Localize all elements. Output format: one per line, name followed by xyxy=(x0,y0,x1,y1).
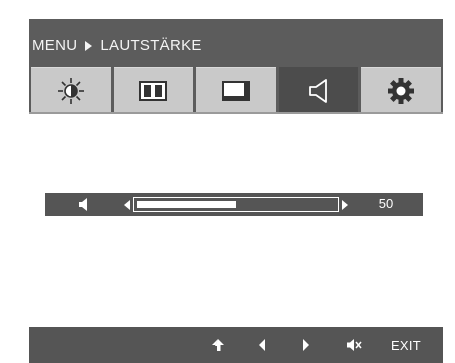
menu-tabs xyxy=(29,67,443,115)
tab-picture[interactable] xyxy=(113,67,194,113)
mute-icon xyxy=(347,339,362,351)
left-button[interactable] xyxy=(251,327,273,363)
left-arrow-icon xyxy=(259,339,265,351)
breadcrumb-menu: MENU xyxy=(32,37,78,54)
breadcrumb-current-section: LAUTSTÄRKE xyxy=(100,37,202,54)
volume-slider[interactable] xyxy=(133,197,339,212)
tab-volume[interactable] xyxy=(278,67,359,113)
up-button[interactable] xyxy=(206,327,230,363)
volume-value: 50 xyxy=(378,196,394,211)
menu-content: 50 xyxy=(29,112,443,344)
picture-icon xyxy=(139,80,168,101)
breadcrumb: MENU LAUTSTÄRKE xyxy=(32,37,202,54)
right-button[interactable] xyxy=(295,327,317,363)
page-edge xyxy=(443,19,455,363)
tab-settings[interactable] xyxy=(361,67,441,113)
up-arrow-icon xyxy=(212,339,224,351)
osd-menu: MENU LAUTSTÄRKE 50 EXIT xyxy=(29,19,443,363)
mute-button[interactable] xyxy=(342,327,366,363)
settings-gear-icon xyxy=(388,77,415,104)
menu-header: MENU LAUTSTÄRKE xyxy=(29,19,443,67)
right-arrow-icon xyxy=(303,339,309,351)
brightness-icon xyxy=(57,77,84,104)
image-position-icon xyxy=(221,80,250,101)
tab-brightness[interactable] xyxy=(31,67,111,113)
footer-button-bar: EXIT xyxy=(29,327,443,363)
increase-arrow-icon[interactable] xyxy=(342,200,348,210)
speaker-icon xyxy=(79,198,87,211)
volume-row[interactable]: 50 xyxy=(45,193,423,216)
volume-icon xyxy=(308,78,327,103)
volume-slider-fill xyxy=(137,201,236,208)
decrease-arrow-icon[interactable] xyxy=(124,200,130,210)
exit-button[interactable]: EXIT xyxy=(386,327,426,363)
tab-image-position[interactable] xyxy=(196,67,276,113)
breadcrumb-separator-icon xyxy=(85,40,93,51)
